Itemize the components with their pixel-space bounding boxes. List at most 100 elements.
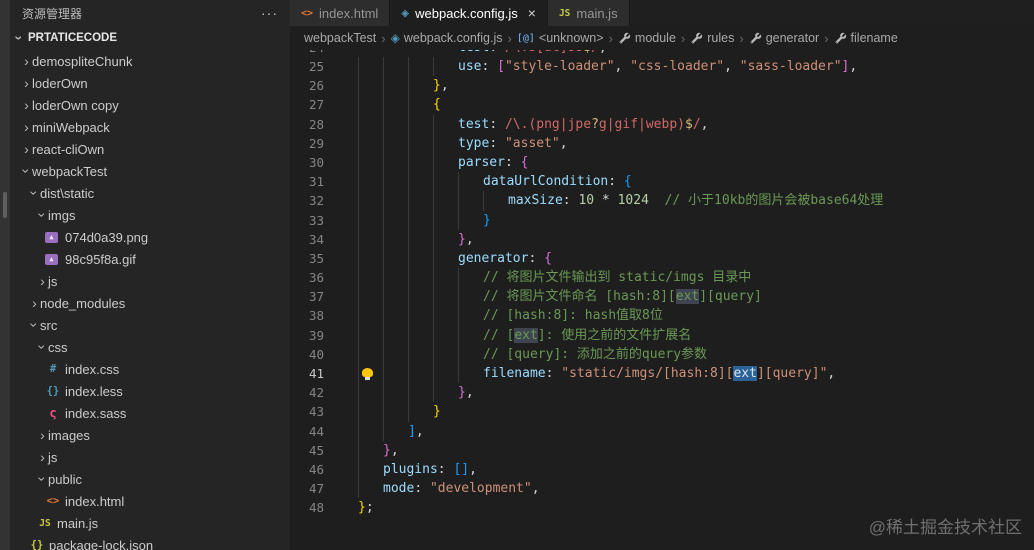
line-number: 28: [308, 116, 324, 132]
code-line-text: }: [433, 404, 441, 420]
tree-item-imgs[interactable]: › imgs: [10, 204, 290, 226]
code-line-28[interactable]: 28 test: /\.(png|jpe?g|gif|webp)$/,: [290, 114, 1034, 134]
code-line-text: maxSize: 10 * 1024 // 小于10kb的图片会被base64处…: [508, 193, 884, 209]
tree-item-index-css[interactable]: # index.css: [10, 358, 290, 380]
tree-item-dist-static[interactable]: › dist\static: [10, 182, 290, 204]
code-line-32[interactable]: 32 maxSize: 10 * 1024 // 小于10kb的图片会被base6…: [290, 191, 1034, 211]
tree-item-miniwebpack[interactable]: › miniWebpack: [10, 116, 290, 138]
tree-item-js[interactable]: › js: [10, 270, 290, 292]
section-label: PRTATICECODE: [28, 32, 118, 44]
line-number: 26: [308, 78, 324, 94]
tree-item-index-sass[interactable]: ς index.sass: [10, 402, 290, 424]
tree-item-loderown-copy[interactable]: › loderOwn copy: [10, 94, 290, 116]
code-line-26[interactable]: 26},: [290, 76, 1034, 96]
breadcrumb-item-unknown[interactable]: [@] <unknown>: [517, 31, 604, 45]
tree-item-images[interactable]: › images: [10, 424, 290, 446]
breadcrumb-item-module[interactable]: module: [618, 31, 676, 45]
js-icon: JS: [558, 7, 571, 19]
tree-item-src[interactable]: › src: [10, 314, 290, 336]
code-line-38[interactable]: 38 // [hash:8]: hash值取8位: [290, 306, 1034, 326]
tree-item-label: react-cliOwn: [32, 141, 105, 157]
code-line-34[interactable]: 34},: [290, 229, 1034, 249]
image-file-icon: ▲: [45, 253, 58, 265]
code-line-43[interactable]: 43}: [290, 402, 1034, 422]
code-line-30[interactable]: 30 parser: {: [290, 152, 1034, 173]
tree-item-label: src: [40, 317, 58, 333]
tree-item-label: webpackTest: [32, 163, 108, 179]
tree-item-public[interactable]: › public: [10, 468, 290, 490]
breadcrumb-item-rules[interactable]: rules: [690, 31, 734, 45]
breadcrumb-item-filename[interactable]: filename: [834, 31, 898, 45]
html-file-icon: <>: [46, 495, 60, 507]
code-line-40[interactable]: 40 // [query]: 添加之前的query参数: [290, 344, 1034, 364]
tree-item-webpacktest[interactable]: › webpackTest: [10, 160, 290, 182]
code-line-33[interactable]: 33}: [290, 210, 1034, 230]
close-icon[interactable]: ×: [528, 5, 536, 21]
code-line-text: }: [483, 212, 491, 228]
tree-item-label: demospliteChunk: [32, 53, 133, 69]
breadcrumb-item-webpack-config-js[interactable]: ◈ webpack.config.js: [391, 31, 503, 45]
code-line-31[interactable]: 31 dataUrlCondition: {: [290, 172, 1034, 192]
more-actions-icon[interactable]: ···: [261, 5, 278, 21]
code-line-44[interactable]: 44],: [290, 421, 1034, 441]
tab-main-js[interactable]: JS main.js: [547, 0, 630, 26]
tree-item-demosplitechunk[interactable]: › demospliteChunk: [10, 50, 290, 72]
explorer-sidebar: 资源管理器 ··· › PRTATICECODE › demospliteChun…: [10, 0, 290, 550]
code-line-24[interactable]: 24 test: /\.s[ac]ss$/,: [290, 50, 1034, 57]
breadcrumb-item-webpacktest[interactable]: webpackTest: [304, 31, 376, 45]
code-line-37[interactable]: 37 // 将图片文件命名 [hash:8][ext][query]: [290, 287, 1034, 307]
chevron-separator-icon: ›: [608, 30, 613, 46]
tree-item-css[interactable]: › css: [10, 336, 290, 358]
chevron-separator-icon: ›: [680, 30, 686, 46]
wrench-icon: [690, 32, 703, 45]
tree-item-js[interactable]: › js: [10, 446, 290, 468]
line-number: 48: [308, 500, 324, 516]
tree-item-index-html[interactable]: <> index.html: [10, 490, 290, 512]
code-line-47[interactable]: 47 mode: "development",: [290, 479, 1034, 499]
chevron-separator-icon: ›: [824, 30, 829, 46]
code-line-text: },: [433, 78, 449, 94]
tab-webpack-config-js[interactable]: ◈ webpack.config.js ×: [390, 0, 548, 26]
wrench-icon: [749, 32, 762, 45]
code-line-text: dataUrlCondition: {: [483, 174, 632, 190]
tree-item-main-js[interactable]: JS main.js: [10, 512, 290, 534]
code-line-36[interactable]: 36 // 将图片文件输出到 static/imgs 目录中: [290, 268, 1034, 288]
tree-item-node-modules[interactable]: › node_modules: [10, 292, 290, 314]
code-editor[interactable]: 24 test: /\.s[ac]ss$/, 25 use: ["style-load…: [290, 50, 1034, 550]
line-number: 32: [308, 193, 324, 209]
code-line-35[interactable]: 35 generator: {: [290, 248, 1034, 269]
code-line-27[interactable]: 27 {: [290, 95, 1034, 115]
breadcrumb-item-generator[interactable]: generator: [749, 31, 819, 45]
code-line-42[interactable]: 42},: [290, 383, 1034, 403]
code-line-text: test: /\.(png|jpe?g|gif|webp)$/,: [458, 116, 709, 132]
code-line-25[interactable]: 25 use: ["style-loader", "css-loader", "s…: [290, 57, 1034, 77]
sidebar-section-header[interactable]: › PRTATICECODE: [10, 26, 290, 50]
tree-item-98c95f8a-gif[interactable]: ▲ 98c95f8a.gif: [10, 248, 290, 270]
code-line-46[interactable]: 46 plugins: [],: [290, 459, 1034, 480]
chevron-down-icon: ›: [26, 322, 43, 328]
code-line-39[interactable]: 39 // [ext]: 使用之前的文件扩展名: [290, 325, 1034, 345]
code-line-text: ],: [408, 423, 424, 439]
tree-item-074d0a39-png[interactable]: ▲ 074d0a39.png: [10, 226, 290, 248]
tab-index-html[interactable]: <> index.html: [290, 0, 391, 26]
code-line-text: // 将图片文件命名 [hash:8][ext][query]: [483, 289, 762, 305]
tree-item-react-cliown[interactable]: › react-cliOwn: [10, 138, 290, 160]
symbol-icon: [@]: [516, 32, 535, 44]
code-line-41[interactable]: 41 filename: "static/imgs/[hash:8][ext][q…: [290, 364, 1034, 384]
tree-item-label: miniWebpack: [32, 119, 110, 135]
breadcrumb-label: webpackTest: [304, 31, 377, 45]
tree-item-package-lock-json[interactable]: {} package-lock.json: [10, 534, 290, 550]
tree-item-label: 074d0a39.png: [65, 229, 149, 245]
code-line-45[interactable]: 45},: [290, 440, 1034, 460]
line-number: 31: [308, 174, 324, 190]
tree-item-index-less[interactable]: {} index.less: [10, 380, 290, 402]
code-line-text: // [ext]: 使用之前的文件扩展名: [483, 327, 692, 343]
tree-item-loderown[interactable]: › loderOwn: [10, 72, 290, 94]
code-line-29[interactable]: 29 type: "asset",: [290, 133, 1034, 153]
line-number: 24: [290, 50, 324, 57]
breadcrumb: webpackTest › ◈ webpack.config.js › [@] <unkno…: [290, 26, 1034, 50]
code-line-text: generator: {: [458, 250, 552, 266]
chevron-down-icon: ›: [18, 168, 35, 174]
tree-item-label: css: [48, 339, 68, 355]
chevron-down-icon: ›: [34, 212, 51, 218]
